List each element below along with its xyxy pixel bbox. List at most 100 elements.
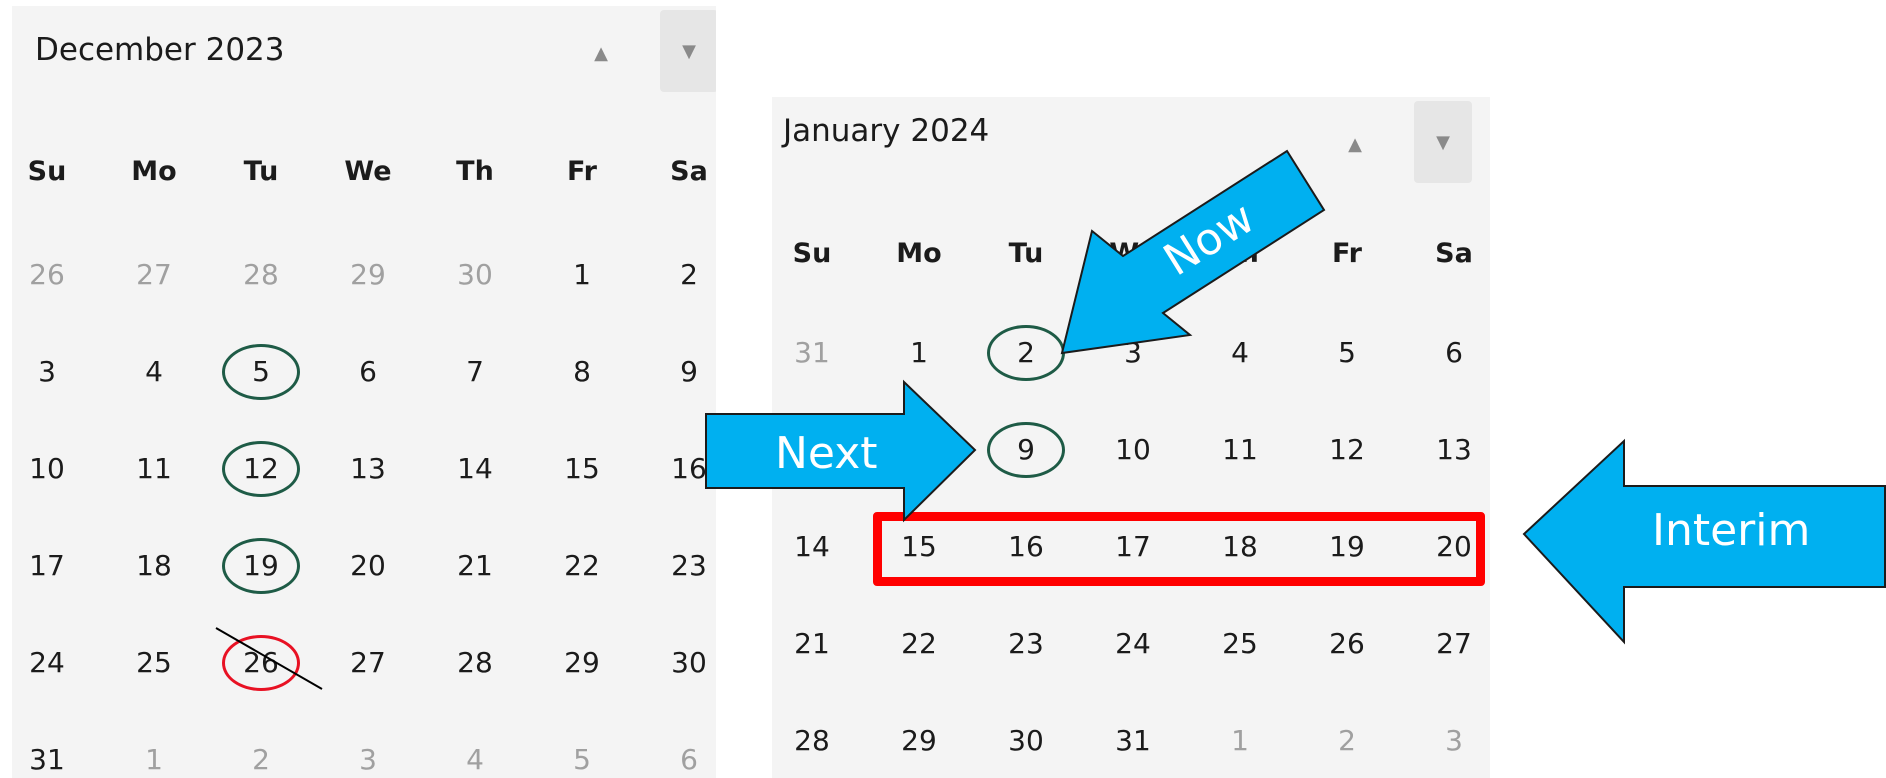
day-cell[interactable]: 2 bbox=[216, 740, 306, 778]
day-cell[interactable]: 10 bbox=[1088, 430, 1178, 470]
day-cell[interactable]: 13 bbox=[323, 449, 413, 489]
day-cell[interactable]: 17 bbox=[12, 546, 92, 586]
day-cell[interactable]: 2 bbox=[981, 333, 1071, 373]
weekday-header: Tu bbox=[1008, 238, 1044, 269]
previous-month-button[interactable]: ▲ bbox=[1326, 103, 1384, 185]
day-cell[interactable]: 14 bbox=[430, 449, 520, 489]
weekday-header: Su bbox=[792, 238, 832, 269]
day-cell[interactable]: 23 bbox=[644, 546, 716, 586]
calendar-december-2023: December 2023 ▲ ▼ Su Mo Tu We Th Fr Sa 26 27 28 29… bbox=[12, 6, 716, 778]
next-callout-label: Next bbox=[775, 428, 878, 479]
interim-callout-label: Interim bbox=[1652, 505, 1811, 556]
day-cell[interactable]: 14 bbox=[772, 527, 857, 567]
day-cell[interactable]: 30 bbox=[981, 721, 1071, 761]
day-cell[interactable]: 20 bbox=[1409, 527, 1490, 567]
day-cell[interactable]: 26 bbox=[12, 255, 92, 295]
day-cell[interactable]: 17 bbox=[1088, 527, 1178, 567]
day-cell[interactable]: 16 bbox=[981, 527, 1071, 567]
day-cell[interactable]: 9 bbox=[644, 352, 716, 392]
day-cell[interactable]: 3 bbox=[12, 352, 92, 392]
day-cell[interactable]: 30 bbox=[430, 255, 520, 295]
day-cell[interactable]: 28 bbox=[430, 643, 520, 683]
day-cell[interactable]: 31 bbox=[772, 333, 857, 373]
day-cell[interactable]: 9 bbox=[981, 430, 1071, 470]
day-cell[interactable]: 20 bbox=[323, 546, 413, 586]
day-cell[interactable]: 18 bbox=[1195, 527, 1285, 567]
triangle-up-icon: ▲ bbox=[594, 42, 608, 64]
day-cell[interactable]: 31 bbox=[1088, 721, 1178, 761]
day-cell[interactable]: 22 bbox=[537, 546, 627, 586]
day-cell[interactable]: 27 bbox=[1409, 624, 1490, 664]
day-cell[interactable]: 7 bbox=[430, 352, 520, 392]
day-cell[interactable]: 4 bbox=[1195, 333, 1285, 373]
day-cell[interactable]: 11 bbox=[1195, 430, 1285, 470]
day-cell[interactable]: 15 bbox=[874, 527, 964, 567]
day-cell[interactable]: 15 bbox=[537, 449, 627, 489]
day-cell[interactable]: 3 bbox=[1088, 333, 1178, 373]
day-cell[interactable]: 28 bbox=[216, 255, 306, 295]
day-cell[interactable]: 29 bbox=[537, 643, 627, 683]
day-cell[interactable]: 1 bbox=[1195, 721, 1285, 761]
day-cell[interactable]: 21 bbox=[772, 624, 857, 664]
day-cell[interactable]: 29 bbox=[323, 255, 413, 295]
weekday-header: Sa bbox=[1435, 238, 1473, 269]
day-cell[interactable]: 6 bbox=[644, 740, 716, 778]
day-cell[interactable]: 26 bbox=[216, 643, 306, 683]
next-month-button[interactable]: ▼ bbox=[1414, 101, 1472, 183]
day-cell[interactable]: 18 bbox=[109, 546, 199, 586]
day-cell[interactable]: 16 bbox=[644, 449, 716, 489]
month-title: December 2023 bbox=[35, 32, 285, 68]
day-cell[interactable]: 5 bbox=[216, 352, 306, 392]
day-cell[interactable]: 30 bbox=[644, 643, 716, 683]
weekday-header: Su bbox=[27, 156, 67, 187]
day-cell[interactable]: 8 bbox=[537, 352, 627, 392]
day-cell[interactable]: 4 bbox=[109, 352, 199, 392]
triangle-up-icon: ▲ bbox=[1348, 133, 1362, 155]
day-cell[interactable]: 6 bbox=[323, 352, 413, 392]
day-cell[interactable]: 5 bbox=[537, 740, 627, 778]
day-cell[interactable]: 27 bbox=[323, 643, 413, 683]
day-cell[interactable]: 1 bbox=[537, 255, 627, 295]
day-cell[interactable]: 29 bbox=[874, 721, 964, 761]
day-cell[interactable]: 8 bbox=[874, 430, 964, 470]
day-cell[interactable]: 24 bbox=[12, 643, 92, 683]
day-cell[interactable]: 23 bbox=[981, 624, 1071, 664]
day-cell[interactable]: 25 bbox=[1195, 624, 1285, 664]
day-cell[interactable]: 11 bbox=[109, 449, 199, 489]
weekday-header: Tu bbox=[243, 156, 279, 187]
weekday-header: Mo bbox=[131, 156, 177, 187]
triangle-down-icon: ▼ bbox=[682, 40, 696, 62]
day-cell[interactable]: 1 bbox=[874, 333, 964, 373]
day-cell[interactable]: 2 bbox=[644, 255, 716, 295]
weekday-header: We bbox=[344, 156, 392, 187]
weekday-header: Th bbox=[456, 156, 494, 187]
day-cell[interactable]: 22 bbox=[874, 624, 964, 664]
day-cell[interactable]: 6 bbox=[1409, 333, 1490, 373]
day-cell[interactable]: 21 bbox=[430, 546, 520, 586]
next-month-button[interactable]: ▼ bbox=[660, 10, 716, 92]
month-title: January 2024 bbox=[783, 113, 990, 149]
weekday-header: Fr bbox=[1331, 238, 1363, 269]
day-cell[interactable]: 12 bbox=[1302, 430, 1392, 470]
day-cell[interactable]: 31 bbox=[12, 740, 92, 778]
day-cell[interactable]: 3 bbox=[1409, 721, 1490, 761]
day-cell[interactable]: 5 bbox=[1302, 333, 1392, 373]
day-cell[interactable]: 26 bbox=[1302, 624, 1392, 664]
weekday-header: Fr bbox=[566, 156, 598, 187]
day-cell[interactable]: 27 bbox=[109, 255, 199, 295]
day-cell[interactable]: 4 bbox=[430, 740, 520, 778]
weekday-header: Mo bbox=[896, 238, 942, 269]
day-cell[interactable]: 1 bbox=[109, 740, 199, 778]
previous-month-button[interactable]: ▲ bbox=[572, 12, 630, 94]
day-cell[interactable]: 24 bbox=[1088, 624, 1178, 664]
day-cell[interactable]: 12 bbox=[216, 449, 306, 489]
day-cell[interactable]: 25 bbox=[109, 643, 199, 683]
day-cell[interactable]: 2 bbox=[1302, 721, 1392, 761]
day-cell[interactable]: 10 bbox=[12, 449, 92, 489]
day-cell[interactable]: 3 bbox=[323, 740, 413, 778]
day-cell[interactable]: 13 bbox=[1409, 430, 1490, 470]
day-cell[interactable]: 28 bbox=[772, 721, 857, 761]
day-cell[interactable]: 19 bbox=[216, 546, 306, 586]
day-cell[interactable]: 19 bbox=[1302, 527, 1392, 567]
weekday-header: Sa bbox=[670, 156, 708, 187]
